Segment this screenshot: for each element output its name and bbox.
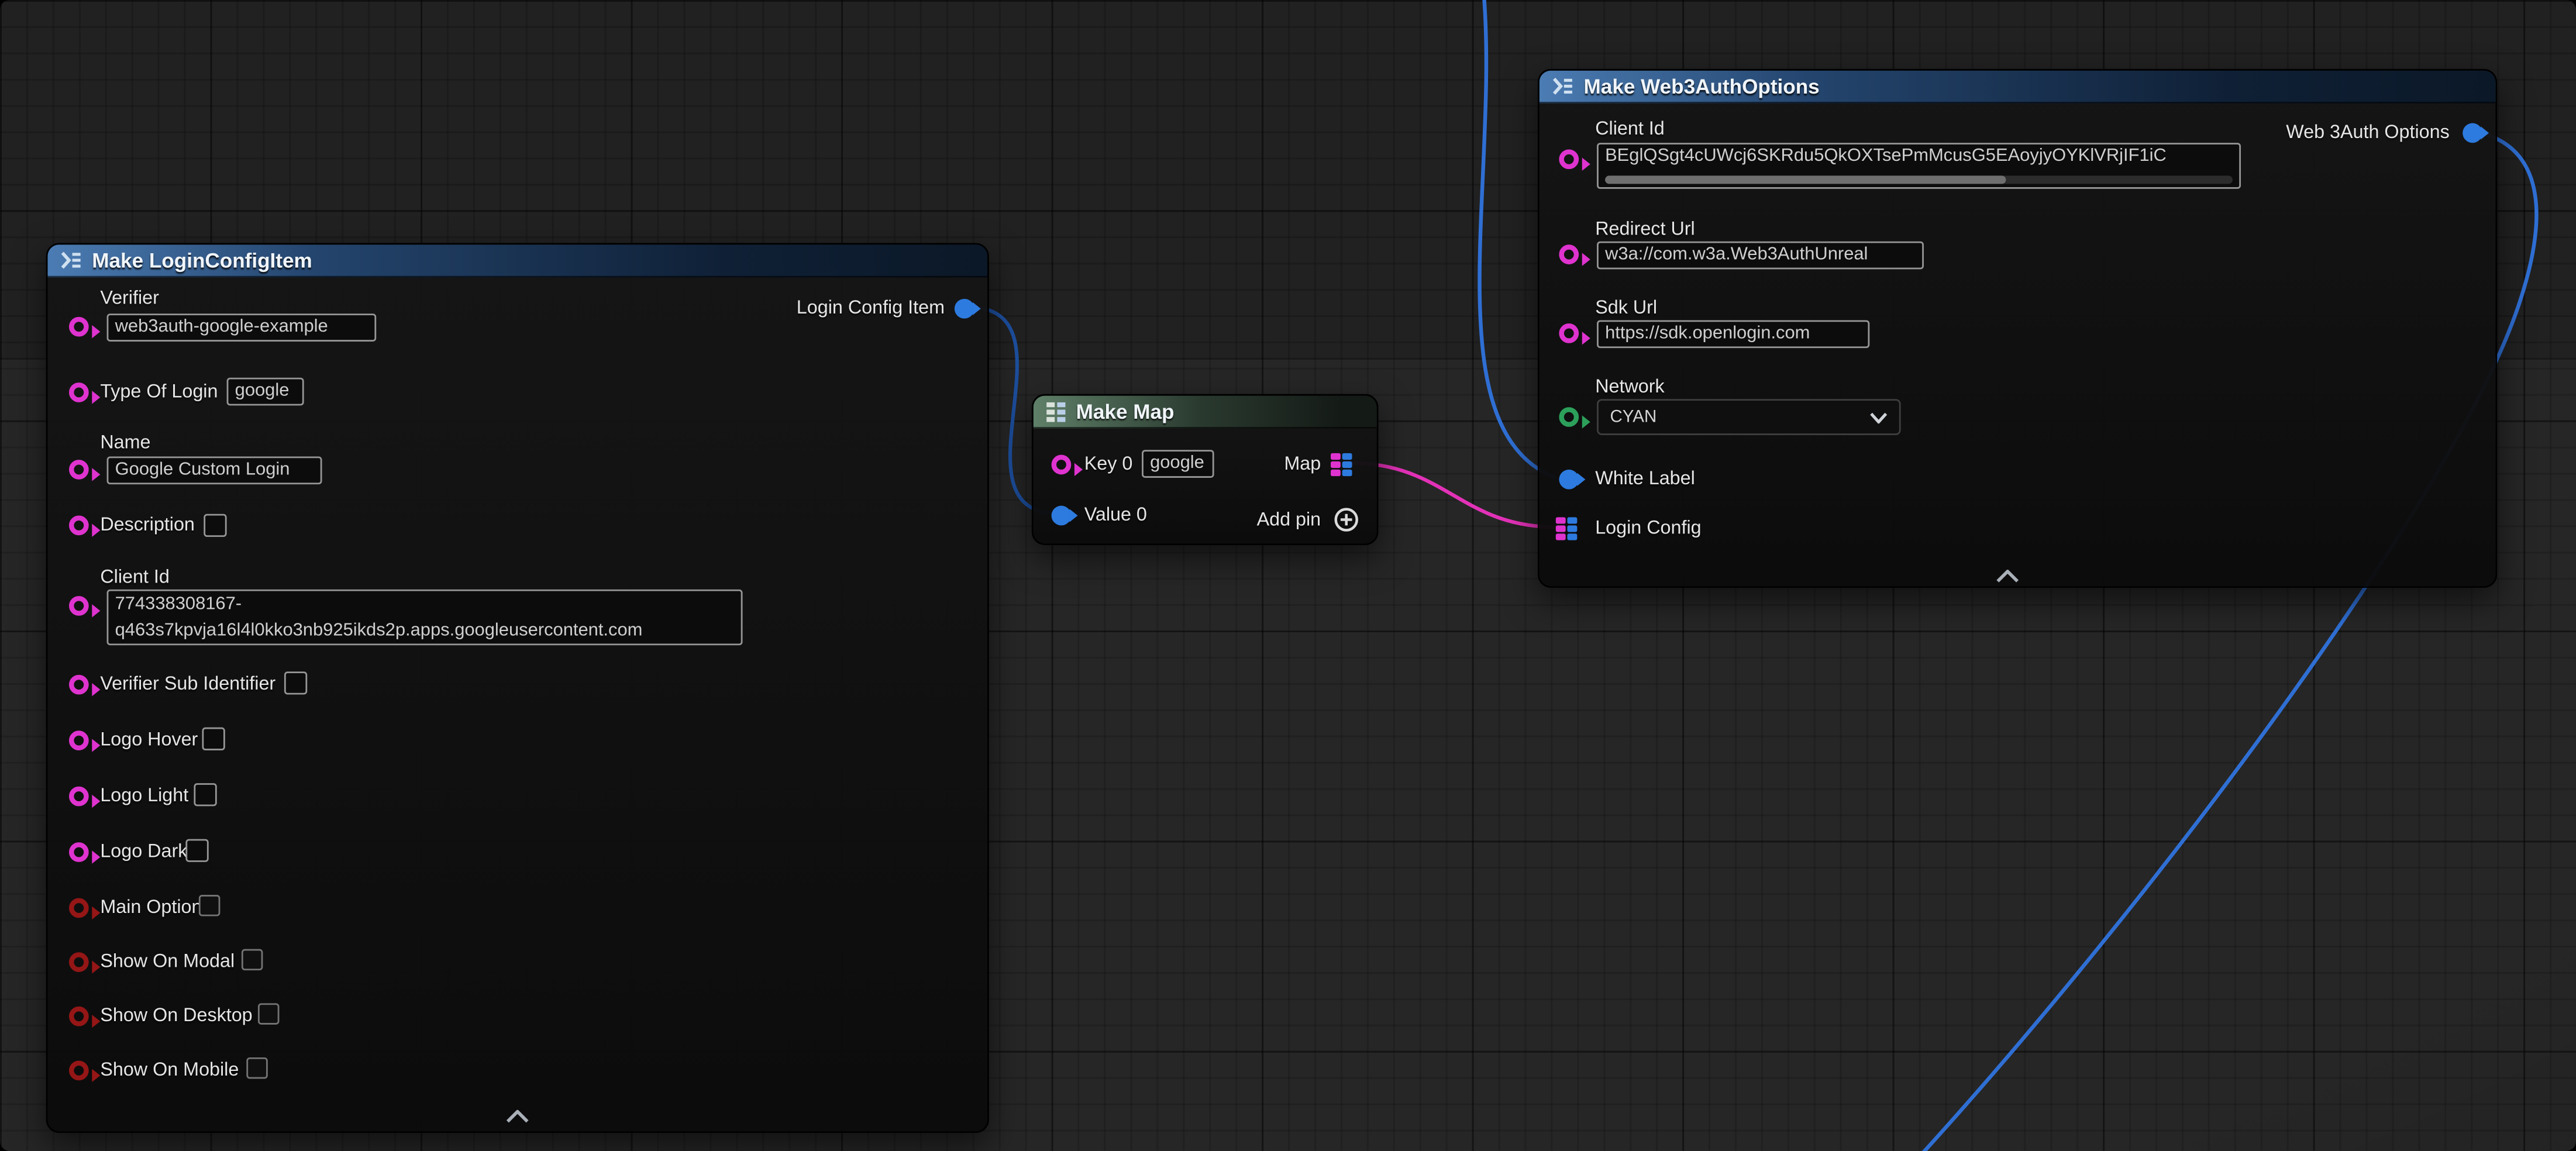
pin-label-verifier-sub-identifier: Verifier Sub Identifier [100, 673, 275, 696]
pin-label-show-on-mobile: Show On Mobile [100, 1059, 239, 1082]
pin-label-redirect-url: Redirect Url [1595, 218, 1695, 241]
pin-label-name: Name [100, 432, 150, 454]
pin-label-client-id: Client Id [100, 567, 169, 590]
pin-network[interactable] [1559, 407, 1579, 427]
network-selected-value: CYAN [1610, 407, 1657, 427]
pin-label-show-on-modal: Show On Modal [100, 950, 235, 973]
pin-verifier[interactable] [69, 317, 89, 337]
pin-label-show-on-desktop: Show On Desktop [100, 1005, 252, 1028]
pin-label-login-config: Login Config [1595, 517, 1701, 540]
pin-label-client-id: Client Id [1595, 118, 1664, 141]
client-id-input[interactable]: BEglQSgt4cUWcj6SKRdu5QkOXTsePmMcusG5EAoy… [1597, 143, 2241, 189]
pin-logo-hover[interactable] [69, 730, 89, 750]
output-pin-web3auth-options[interactable] [2463, 123, 2482, 143]
node-title: Make Map [1076, 400, 1175, 423]
node-make-loginconfigitem[interactable]: Make LoginConfigItem Login Config Item V… [46, 243, 989, 1133]
verifier-sub-identifier-input[interactable] [284, 671, 307, 694]
output-pin-label: Login Config Item [797, 297, 945, 320]
pin-label-description: Description [100, 514, 195, 537]
chevron-up-icon[interactable] [1996, 561, 2019, 591]
pin-label-key-0: Key 0 [1084, 453, 1133, 476]
map-grid-pin-icon[interactable] [1556, 517, 1580, 540]
description-input[interactable] [204, 514, 226, 537]
pin-client-id[interactable] [69, 596, 89, 616]
pin-label-type-of-login: Type Of Login [100, 381, 218, 404]
pin-show-on-mobile[interactable] [69, 1061, 89, 1081]
map-grid-icon [1046, 401, 1066, 421]
main-option-checkbox[interactable] [199, 895, 221, 916]
blueprint-editor: Make LoginConfigItem Login Config Item V… [0, 0, 2576, 1151]
type-of-login-input[interactable]: google [227, 378, 304, 406]
sdk-url-input[interactable]: https://sdk.openlogin.com [1597, 320, 1869, 348]
pin-label-logo-dark: Logo Dark [100, 840, 187, 863]
output-pin-label: Web 3Auth Options [2286, 122, 2450, 144]
pin-label-value-0: Value 0 [1084, 504, 1147, 527]
node-header[interactable]: Make Map [1034, 396, 1377, 429]
logo-hover-input[interactable] [202, 728, 225, 750]
pin-logo-dark[interactable] [69, 842, 89, 862]
client-id-scrollbar[interactable] [1605, 175, 2233, 184]
plus-circle-icon[interactable] [1334, 507, 1359, 540]
node-header[interactable]: Make LoginConfigItem [47, 244, 987, 277]
pin-description[interactable] [69, 516, 89, 536]
pin-name[interactable] [69, 460, 89, 480]
map-grid-pin-icon[interactable] [1331, 453, 1355, 476]
client-id-input[interactable]: 774338308167-q463s7kpvja16l4l0kko3nb925i… [107, 590, 743, 645]
node-title: Make LoginConfigItem [92, 249, 312, 271]
logo-light-input[interactable] [194, 783, 216, 806]
make-struct-icon [61, 251, 82, 270]
show-on-mobile-checkbox[interactable] [246, 1057, 268, 1078]
pin-white-label[interactable] [1559, 470, 1579, 490]
pin-main-option[interactable] [69, 898, 89, 918]
pin-show-on-modal[interactable] [69, 952, 89, 972]
pin-label-network: Network [1595, 376, 1664, 399]
key-0-input[interactable]: google [1142, 450, 1214, 478]
name-input[interactable]: Google Custom Login [107, 456, 322, 484]
verifier-input[interactable]: web3auth-google-example [107, 313, 377, 342]
pin-client-id[interactable] [1559, 149, 1579, 169]
wire-map-to-loginconfig[interactable] [1351, 463, 1556, 527]
node-make-web3authoptions[interactable]: Make Web3AuthOptions Web 3Auth Options C… [1538, 69, 2497, 588]
pin-label-logo-light: Logo Light [100, 785, 188, 808]
pin-label-logo-hover: Logo Hover [100, 729, 198, 752]
pin-label-main-option: Main Option [100, 897, 202, 919]
pin-logo-light[interactable] [69, 787, 89, 807]
scrollbar-thumb[interactable] [1605, 175, 2007, 184]
pin-redirect-url[interactable] [1559, 244, 1579, 264]
pin-type-of-login[interactable] [69, 382, 89, 402]
node-header[interactable]: Make Web3AuthOptions [1540, 71, 2496, 104]
pin-label-map: Map [1284, 453, 1321, 476]
pin-label-sdk-url: Sdk Url [1595, 297, 1657, 320]
pin-verifier-sub-identifier[interactable] [69, 675, 89, 695]
pin-show-on-desktop[interactable] [69, 1007, 89, 1026]
chevron-up-icon[interactable] [506, 1102, 529, 1132]
logo-dark-input[interactable] [185, 839, 208, 862]
pin-label-verifier: Verifier [100, 287, 159, 310]
show-on-desktop-checkbox[interactable] [258, 1003, 280, 1024]
blueprint-canvas[interactable]: Make LoginConfigItem Login Config Item V… [0, 0, 2576, 1151]
show-on-modal-checkbox[interactable] [242, 949, 263, 970]
redirect-url-input[interactable]: w3a://com.w3a.Web3AuthUnreal [1597, 242, 1924, 270]
make-struct-icon [1552, 77, 1574, 95]
node-make-map[interactable]: Make Map Key 0 google Map Value 0 Add pi… [1032, 394, 1379, 545]
client-id-text: BEglQSgt4cUWcj6SKRdu5QkOXTsePmMcusG5EAoy… [1605, 146, 2167, 166]
add-pin-label: Add pin [1257, 509, 1321, 532]
chevron-down-icon [1869, 411, 1888, 423]
output-pin-login-config-item[interactable] [955, 299, 974, 319]
node-title: Make Web3AuthOptions [1584, 75, 1820, 98]
pin-value-0[interactable] [1052, 506, 1072, 526]
pin-label-white-label: White Label [1595, 468, 1695, 491]
pin-sdk-url[interactable] [1559, 323, 1579, 343]
network-dropdown[interactable]: CYAN [1597, 399, 1901, 435]
pin-key-0[interactable] [1052, 455, 1072, 475]
